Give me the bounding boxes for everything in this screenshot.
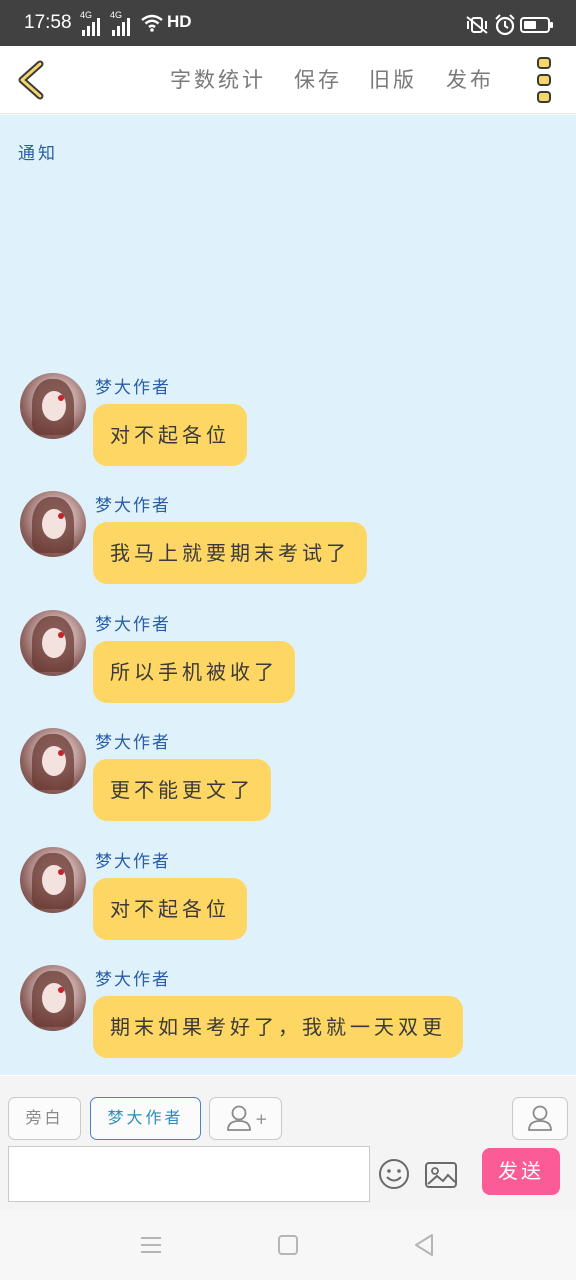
sender-name: 梦大作者 (95, 970, 171, 990)
home-icon[interactable] (275, 1232, 301, 1258)
send-button[interactable]: 发送 (482, 1148, 560, 1195)
sender-name: 梦大作者 (95, 733, 171, 753)
chat-message: 梦大作者 对不起各位 (0, 373, 576, 483)
message-bubble[interactable]: 对不起各位 (93, 878, 247, 940)
hd-indicator: HD (167, 12, 192, 31)
message-input[interactable] (8, 1146, 370, 1202)
user-icon (528, 1105, 552, 1131)
avatar[interactable] (20, 373, 86, 439)
sender-name: 梦大作者 (95, 496, 171, 516)
back-arrow-icon[interactable] (12, 58, 52, 102)
narration-chip[interactable]: 旁白 (8, 1097, 81, 1140)
plus-label: + (255, 1110, 271, 1128)
avatar[interactable] (20, 610, 86, 676)
chat-message: 梦大作者 更不能更文了 (0, 728, 576, 838)
back-icon[interactable] (411, 1232, 437, 1258)
status-time: 17:58 (24, 12, 72, 33)
cellular-signal-icon-2: 4G (110, 10, 136, 36)
old-version-button[interactable]: 旧版 (369, 64, 417, 94)
sender-name: 梦大作者 (95, 378, 171, 398)
publish-button[interactable]: 发布 (446, 64, 494, 94)
wifi-icon (141, 14, 163, 32)
message-bubble[interactable]: 所以手机被收了 (93, 641, 295, 703)
notice-link[interactable]: 通知 (18, 139, 58, 164)
sender-name: 梦大作者 (95, 615, 171, 635)
vibrate-mute-icon (466, 16, 488, 34)
role-chip-selected[interactable]: 梦大作者 (90, 1097, 201, 1140)
user-icon (227, 1105, 251, 1131)
status-bar: 17:58 4G 4G HD (0, 0, 576, 46)
alarm-icon (495, 14, 515, 36)
sender-name: 梦大作者 (95, 852, 171, 872)
chat-message: 梦大作者 所以手机被收了 (0, 610, 576, 720)
role-list-button[interactable] (512, 1097, 568, 1140)
message-bubble[interactable]: 期末如果考好了，我就一天双更 (93, 996, 463, 1058)
avatar[interactable] (20, 728, 86, 794)
battery-icon (520, 17, 553, 33)
chat-message: 梦大作者 我马上就要期末考试了 (0, 491, 576, 601)
emoji-icon[interactable] (378, 1158, 410, 1190)
chat-area: 通知 梦大作者 对不起各位 梦大作者 我马上就要期末考试了 梦大作者 所以手机被… (0, 115, 576, 1075)
menu-icon[interactable] (138, 1232, 164, 1258)
image-icon[interactable] (424, 1160, 458, 1190)
message-bubble[interactable]: 更不能更文了 (93, 759, 271, 821)
word-count-button[interactable]: 字数统计 (170, 64, 266, 94)
more-menu-icon[interactable] (533, 56, 555, 104)
cellular-signal-icon: 4G (80, 10, 106, 36)
avatar[interactable] (20, 491, 86, 557)
navigation-bar (0, 1210, 576, 1280)
save-button[interactable]: 保存 (294, 64, 342, 94)
message-bubble[interactable]: 我马上就要期末考试了 (93, 522, 367, 584)
avatar[interactable] (20, 965, 86, 1031)
input-panel: 旁白 梦大作者 + 发送 (0, 1076, 576, 1210)
top-toolbar: 字数统计 保存 旧版 发布 (0, 46, 576, 114)
message-bubble[interactable]: 对不起各位 (93, 404, 247, 466)
chat-message: 梦大作者 期末如果考好了，我就一天双更 (0, 965, 576, 1075)
avatar[interactable] (20, 847, 86, 913)
add-role-button[interactable]: + (209, 1097, 282, 1140)
chat-message: 梦大作者 对不起各位 (0, 847, 576, 957)
